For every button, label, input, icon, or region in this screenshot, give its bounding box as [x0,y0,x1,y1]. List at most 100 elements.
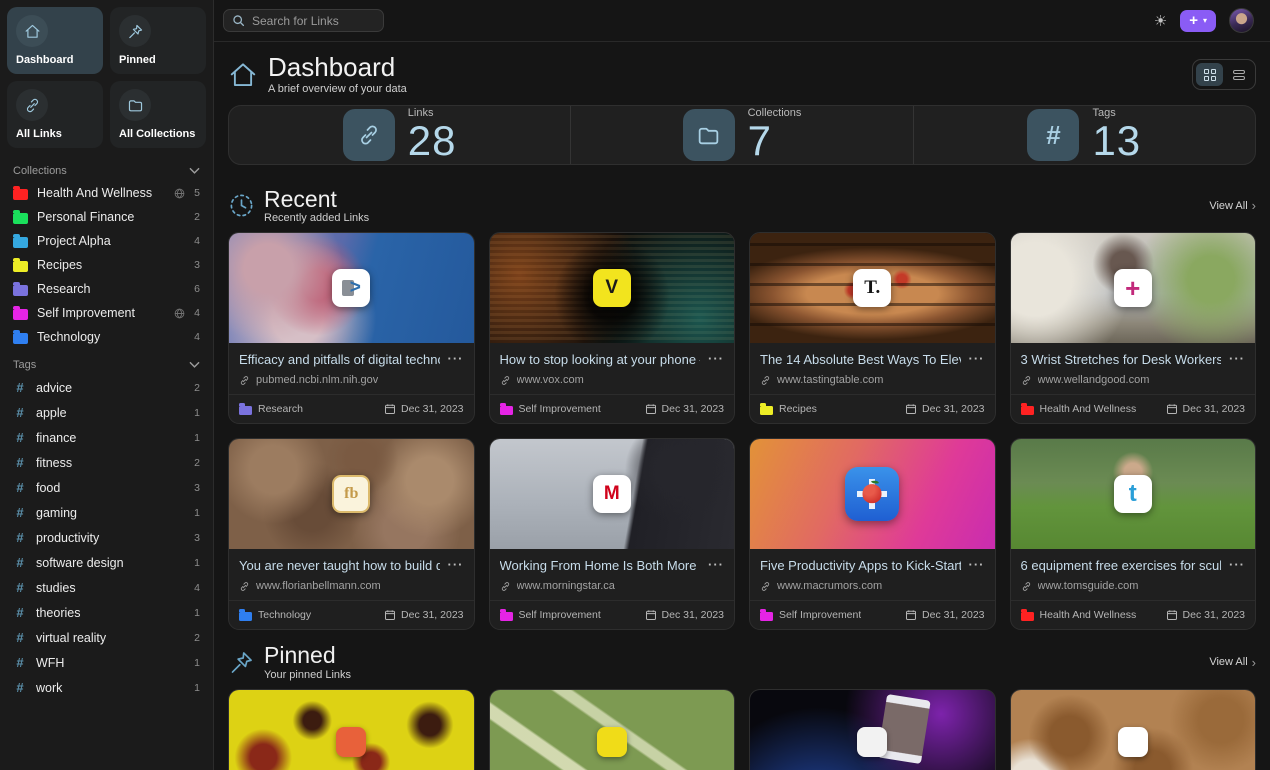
sidebar-tag-productivity[interactable]: #productivity3 [0,525,213,550]
link-title: 3 Wrist Stretches for Desk Workers to D.… [1021,352,1222,367]
pinned-card-gingerbread-cookies[interactable] [1010,689,1257,770]
tag-name: virtual reality [36,631,106,645]
link-icon [1021,581,1032,592]
card-menu-button[interactable]: ··· [1229,352,1245,365]
pin-icon [119,15,151,47]
sidebar-item-label: Pinned [119,54,197,66]
search-box[interactable] [223,9,384,32]
sidebar-tag-apple[interactable]: #apple1 [0,400,213,425]
app-window: Dashboard Pinned All Links All Collectio… [0,0,1270,770]
calendar-icon [645,609,657,621]
tag-name: studies [36,581,76,595]
card-menu-button[interactable]: ··· [448,352,464,365]
sidebar-collection-self-improvement[interactable]: Self Improvement 4 [0,301,213,325]
card-collection[interactable]: Health And Wellness [1021,609,1137,621]
pinned-view-all-link[interactable]: View All › [1209,655,1256,670]
card-collection[interactable]: Research [239,403,303,415]
link-card-morningstar[interactable]: M Working From Home Is Both More and L..… [489,438,736,630]
card-menu-button[interactable]: ··· [708,558,724,571]
sidebar-tag-wfh[interactable]: #WFH1 [0,650,213,675]
folder-icon [239,406,252,415]
sidebar-collection-personal-finance[interactable]: Personal Finance 2 [0,205,213,229]
grid-view-button[interactable] [1196,63,1223,86]
card-collection[interactable]: Health And Wellness [1021,403,1137,415]
tag-name: finance [36,431,76,445]
sidebar-tag-work[interactable]: #work1 [0,675,213,700]
link-card-pubmed[interactable]: > Efficacy and pitfalls of digital techn… [228,232,475,424]
link-card-florianbellmann[interactable]: fb You are never taught how to build qua… [228,438,475,630]
tag-name: productivity [36,531,99,545]
section-subtitle: Recently added Links [264,212,369,224]
morningstar-favicon: M [593,475,631,513]
tags-header[interactable]: Tags [0,349,213,375]
tag-name: WFH [36,656,64,670]
user-avatar[interactable] [1229,8,1254,33]
tag-count: 1 [194,657,200,669]
sidebar-item-pinned[interactable]: Pinned [110,7,206,74]
add-new-button[interactable]: + ▾ [1180,10,1216,32]
sidebar-tag-studies[interactable]: #studies4 [0,575,213,600]
sidebar-tag-fitness[interactable]: #fitness2 [0,450,213,475]
card-collection[interactable]: Recipes [760,403,817,415]
card-menu-button[interactable]: ··· [1229,558,1245,571]
sidebar-tag-software-design[interactable]: #software design1 [0,550,213,575]
sidebar-collection-technology[interactable]: Technology 4 [0,325,213,349]
section-title: Recent [264,187,369,211]
collections-header[interactable]: Collections [0,155,213,181]
stat-links: Links 28 [229,106,570,164]
sidebar-tag-theories[interactable]: #theories1 [0,600,213,625]
card-menu-button[interactable]: ··· [969,558,985,571]
theme-toggle-sun-icon[interactable]: ☀ [1154,12,1167,30]
tag-name: gaming [36,506,77,520]
link-icon [500,375,511,386]
pinned-card-neon-monitor[interactable] [749,689,996,770]
tag-count: 3 [194,532,200,544]
link-card-tastingtable[interactable]: T. The 14 Absolute Best Ways To Elevate … [749,232,996,424]
pinned-card-workout-illustration[interactable] [228,689,475,770]
card-date: Dec 31, 2023 [1166,609,1245,621]
card-menu-button[interactable]: ··· [969,352,985,365]
sidebar-tag-gaming[interactable]: #gaming1 [0,500,213,525]
tag-count: 2 [194,632,200,644]
sidebar-item-all-links[interactable]: All Links [7,81,103,148]
sidebar-tag-virtual-reality[interactable]: #virtual reality2 [0,625,213,650]
link-card-vox[interactable]: V How to stop looking at your phone – Vo… [489,232,736,424]
card-collection[interactable]: Self Improvement [760,609,861,621]
sidebar-collection-research[interactable]: Research 6 [0,277,213,301]
sidebar-item-all-collections[interactable]: All Collections [110,81,206,148]
tag-name: work [36,681,62,695]
folder-icon [683,109,735,161]
sidebar-item-dashboard[interactable]: Dashboard [7,7,103,74]
sidebar-collection-health-and-wellness[interactable]: Health And Wellness 5 [0,181,213,205]
sidebar-tag-food[interactable]: #food3 [0,475,213,500]
card-date: Dec 31, 2023 [905,609,984,621]
card-collection[interactable]: Self Improvement [500,403,601,415]
tag-name: advice [36,381,72,395]
card-collection[interactable]: Technology [239,609,311,621]
pin-icon [228,649,255,676]
recent-view-all-link[interactable]: View All › [1209,198,1256,213]
search-icon [232,14,245,27]
stat-value: 7 [748,119,802,163]
link-thumbnail: + [1011,233,1256,343]
hash-icon: # [13,405,27,420]
link-card-wellandgood[interactable]: + 3 Wrist Stretches for Desk Workers to … [1010,232,1257,424]
card-menu-button[interactable]: ··· [708,352,724,365]
link-icon [239,375,250,386]
sidebar-tag-advice[interactable]: #advice2 [0,375,213,400]
topbar-actions: ☀ + ▾ [1154,8,1254,33]
search-input[interactable] [252,14,367,28]
card-menu-button[interactable]: ··· [448,558,464,571]
collection-count: 4 [194,235,200,247]
card-collection[interactable]: Self Improvement [500,609,601,621]
tag-count: 3 [194,482,200,494]
link-card-macrumors[interactable]: Five Productivity Apps to Kick-Start the… [749,438,996,630]
link-card-tomsguide[interactable]: t 6 equipment free exercises for sculpti… [1010,438,1257,630]
view-toggle [1192,59,1256,90]
sidebar-collection-recipes[interactable]: Recipes 3 [0,253,213,277]
sidebar-collection-project-alpha[interactable]: Project Alpha 4 [0,229,213,253]
sidebar-tag-finance[interactable]: #finance1 [0,425,213,450]
list-view-button[interactable] [1225,63,1252,86]
link-thumbnail: fb [229,439,474,549]
pinned-card-falling-money[interactable] [489,689,736,770]
